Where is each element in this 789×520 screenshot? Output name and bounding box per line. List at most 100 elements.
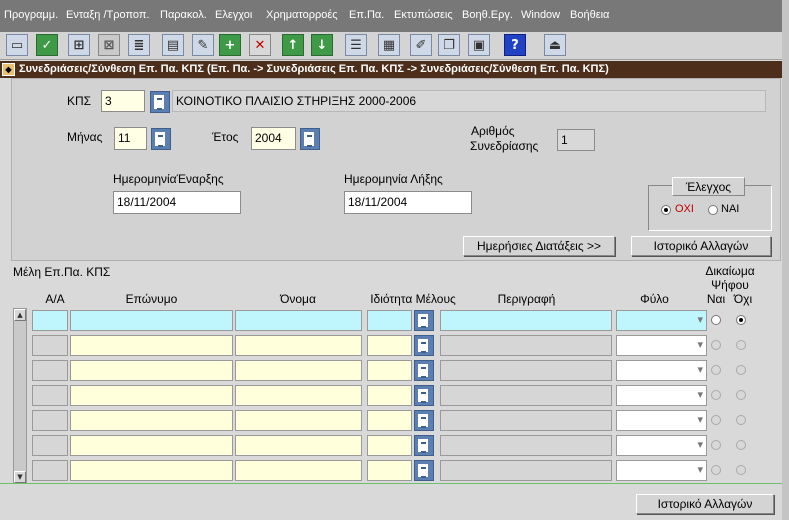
aa-cell[interactable] — [32, 410, 68, 431]
vote-no-radio[interactable] — [736, 390, 746, 400]
edit-field-icon[interactable]: ✐ — [410, 34, 432, 56]
menu-monitoring[interactable]: Παρακολ. — [160, 9, 207, 21]
name-cell[interactable] — [235, 310, 362, 331]
vote-no-radio[interactable] — [736, 440, 746, 450]
gender-cell[interactable]: ▾ — [616, 460, 707, 481]
menu-checks[interactable]: Ελεγχοι — [215, 9, 252, 21]
menu-committee[interactable]: Επ.Πα. — [349, 9, 384, 21]
name-cell[interactable] — [235, 360, 362, 381]
surname-cell[interactable] — [70, 410, 233, 431]
gender-cell[interactable]: ▾ — [616, 360, 707, 381]
vote-yes-radio[interactable] — [711, 365, 721, 375]
dropdown-arrow-icon[interactable]: ▾ — [697, 463, 703, 476]
name-cell[interactable] — [235, 385, 362, 406]
surname-cell[interactable] — [70, 385, 233, 406]
gender-cell[interactable]: ▾ — [616, 410, 707, 431]
print-icon[interactable]: ▤ — [162, 34, 184, 56]
previous-record-icon[interactable]: ↑ — [282, 34, 304, 56]
kps-list-icon[interactable] — [150, 91, 170, 113]
menu-prints[interactable]: Εκτυπώσεις — [394, 9, 453, 21]
insert-record-icon[interactable]: + — [219, 34, 241, 56]
name-cell[interactable] — [235, 435, 362, 456]
commit-check-icon[interactable]: ✓ — [36, 34, 58, 56]
aa-cell[interactable] — [32, 385, 68, 406]
role-list-icon[interactable] — [414, 385, 434, 406]
end-date-input[interactable]: 18/11/2004 — [344, 191, 472, 214]
menu-programs[interactable]: Προγραμμ. — [4, 9, 58, 21]
help-icon[interactable]: ? — [504, 34, 526, 56]
vote-yes-radio[interactable] — [711, 340, 721, 350]
scroll-up-icon[interactable]: ▲ — [14, 309, 26, 321]
dropdown-arrow-icon[interactable]: ▾ — [697, 363, 703, 376]
vote-yes-radio[interactable] — [711, 390, 721, 400]
gender-cell[interactable]: ▾ — [616, 310, 707, 331]
dropdown-arrow-icon[interactable]: ▾ — [697, 338, 703, 351]
name-cell[interactable] — [235, 335, 362, 356]
dropdown-arrow-icon[interactable]: ▾ — [697, 413, 703, 426]
aa-cell[interactable] — [32, 310, 68, 331]
role-cell[interactable] — [367, 385, 412, 406]
check-yes-radio[interactable] — [708, 205, 718, 215]
aa-cell[interactable] — [32, 360, 68, 381]
role-list-icon[interactable] — [414, 410, 434, 431]
list-of-values-icon[interactable]: ▦ — [378, 34, 400, 56]
role-list-icon[interactable] — [414, 435, 434, 456]
gender-cell[interactable]: ▾ — [616, 435, 707, 456]
dropdown-arrow-icon[interactable]: ▾ — [697, 438, 703, 451]
surname-cell[interactable] — [70, 360, 233, 381]
role-list-icon[interactable] — [414, 460, 434, 481]
menu-aux[interactable]: Βοηθ.Εργ. — [462, 9, 513, 21]
month-list-icon[interactable] — [151, 128, 171, 150]
save-icon[interactable]: ▭ — [6, 34, 28, 56]
paste-icon[interactable]: ▣ — [468, 34, 490, 56]
vote-no-radio[interactable] — [736, 340, 746, 350]
name-cell[interactable] — [235, 460, 362, 481]
role-cell[interactable] — [367, 460, 412, 481]
month-input[interactable]: 11 — [114, 127, 147, 150]
list-icon[interactable]: ☰ — [345, 34, 367, 56]
gender-cell[interactable]: ▾ — [616, 385, 707, 406]
cancel-query-icon[interactable]: ⊠ — [98, 34, 120, 56]
vote-no-radio[interactable] — [736, 465, 746, 475]
gender-cell[interactable]: ▾ — [616, 335, 707, 356]
history-button-top[interactable]: Ιστορικό Αλλαγών — [631, 236, 771, 256]
surname-cell[interactable] — [70, 310, 233, 331]
vote-yes-radio[interactable] — [711, 440, 721, 450]
next-record-icon[interactable]: ↓ — [311, 34, 333, 56]
exit-icon[interactable]: ⏏ — [544, 34, 566, 56]
start-date-input[interactable]: 18/11/2004 — [113, 191, 241, 214]
role-list-icon[interactable] — [414, 310, 434, 331]
grid-scrollbar[interactable]: ▲ ▼ — [13, 308, 27, 484]
role-cell[interactable] — [367, 335, 412, 356]
agenda-button[interactable]: Ημερήσιες Διατάξεις >> — [463, 236, 615, 256]
dropdown-arrow-icon[interactable]: ▾ — [697, 388, 703, 401]
dropdown-arrow-icon[interactable]: ▾ — [697, 313, 703, 326]
kps-input[interactable]: 3 — [101, 90, 145, 112]
vote-no-radio[interactable] — [736, 315, 746, 325]
check-no-radio[interactable] — [661, 205, 671, 215]
role-list-icon[interactable] — [414, 335, 434, 356]
database-icon[interactable]: ≣ — [128, 34, 150, 56]
menu-window[interactable]: Window — [521, 9, 560, 21]
query-icon[interactable]: ⊞ — [68, 34, 90, 56]
edit-icon[interactable]: ✎ — [192, 34, 214, 56]
role-cell[interactable] — [367, 410, 412, 431]
surname-cell[interactable] — [70, 335, 233, 356]
menu-inclusion[interactable]: Ενταξη /Τροποπ. — [66, 9, 150, 21]
copy-icon[interactable]: ❐ — [438, 34, 460, 56]
aa-cell[interactable] — [32, 460, 68, 481]
history-button-bottom[interactable]: Ιστορικό Αλλαγών — [636, 494, 774, 514]
vote-no-radio[interactable] — [736, 365, 746, 375]
surname-cell[interactable] — [70, 460, 233, 481]
role-cell[interactable] — [367, 360, 412, 381]
role-cell[interactable] — [367, 310, 412, 331]
role-list-icon[interactable] — [414, 360, 434, 381]
year-input[interactable]: 2004 — [251, 127, 296, 150]
vote-no-radio[interactable] — [736, 415, 746, 425]
surname-cell[interactable] — [70, 435, 233, 456]
menu-help[interactable]: Βοήθεια — [570, 9, 609, 21]
vote-yes-radio[interactable] — [711, 465, 721, 475]
role-cell[interactable] — [367, 435, 412, 456]
delete-record-icon[interactable]: ✕ — [249, 34, 271, 56]
vote-yes-radio[interactable] — [711, 415, 721, 425]
